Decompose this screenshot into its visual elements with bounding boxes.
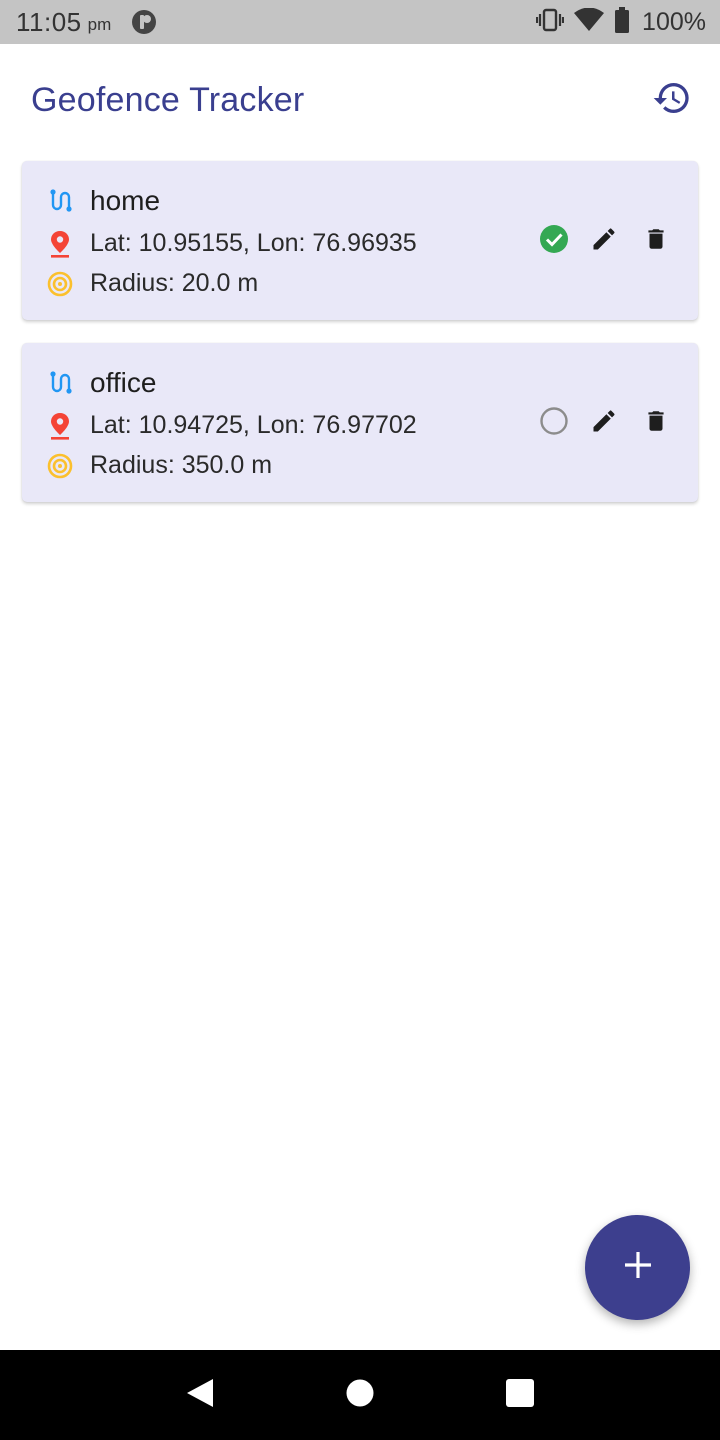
active-toggle[interactable] <box>538 406 570 441</box>
wifi-icon <box>574 7 605 37</box>
edit-icon <box>590 225 618 258</box>
check-circle-icon <box>539 224 569 259</box>
status-indicators: 100% <box>535 6 706 38</box>
battery-icon <box>614 6 630 38</box>
edit-button[interactable] <box>588 407 620 439</box>
recents-button[interactable] <box>496 1371 544 1419</box>
app-bar: Geofence Tracker <box>0 44 720 156</box>
battery-percent: 100% <box>642 7 706 36</box>
geofence-actions <box>538 224 672 259</box>
trash-icon <box>643 407 669 440</box>
location-pin-icon <box>46 230 74 258</box>
geofence-location-row: Lat: 10.94725, Lon: 76.97702 <box>46 411 417 440</box>
radius-icon <box>46 270 74 298</box>
system-nav-bar <box>0 1350 720 1440</box>
vibrate-icon <box>535 8 565 37</box>
active-toggle[interactable] <box>538 224 570 259</box>
history-icon <box>652 78 692 123</box>
app-notification-icon <box>131 9 157 35</box>
geofence-radius-row: Radius: 350.0 m <box>46 451 272 480</box>
geofence-name-row: office <box>46 367 156 399</box>
home-button[interactable] <box>336 1371 384 1419</box>
add-icon <box>623 1250 653 1285</box>
geofence-name: home <box>90 185 161 216</box>
route-icon <box>46 369 74 397</box>
geofence-list: home Lat: 10.95155, Lon: 76.96935 Radius… <box>22 161 698 525</box>
delete-button[interactable] <box>640 225 672 257</box>
geofence-latlon: Lat: 10.94725, Lon: 76.97702 <box>90 411 417 439</box>
empty-circle-icon <box>539 406 569 441</box>
location-pin-icon <box>46 412 74 440</box>
geofence-actions <box>538 406 672 441</box>
history-button[interactable] <box>648 76 696 124</box>
recents-icon <box>505 1378 535 1413</box>
geofence-radius: Radius: 350.0 m <box>90 451 273 479</box>
edit-icon <box>590 407 618 440</box>
geofence-radius-row: Radius: 20.0 m <box>46 269 258 298</box>
geofence-card-office[interactable]: office Lat: 10.94725, Lon: 76.97702 Radi… <box>22 343 698 502</box>
app-title: Geofence Tracker <box>31 80 305 119</box>
home-icon <box>345 1378 375 1413</box>
geofence-card-home[interactable]: home Lat: 10.95155, Lon: 76.96935 Radius… <box>22 161 698 320</box>
geofence-location-row: Lat: 10.95155, Lon: 76.96935 <box>46 229 417 258</box>
status-time: 11:05 <box>16 6 82 37</box>
back-icon <box>185 1377 215 1414</box>
trash-icon <box>643 225 669 258</box>
route-icon <box>46 187 74 215</box>
add-geofence-button[interactable] <box>585 1215 690 1320</box>
geofence-name: office <box>90 367 157 398</box>
edit-button[interactable] <box>588 225 620 257</box>
status-bar: 11:05 pm 100% <box>0 0 720 44</box>
back-button[interactable] <box>176 1371 224 1419</box>
radius-icon <box>46 452 74 480</box>
geofence-radius: Radius: 20.0 m <box>90 269 259 297</box>
status-ampm: pm <box>87 15 112 34</box>
delete-button[interactable] <box>640 407 672 439</box>
geofence-name-row: home <box>46 185 160 217</box>
geofence-latlon: Lat: 10.95155, Lon: 76.96935 <box>90 229 417 257</box>
